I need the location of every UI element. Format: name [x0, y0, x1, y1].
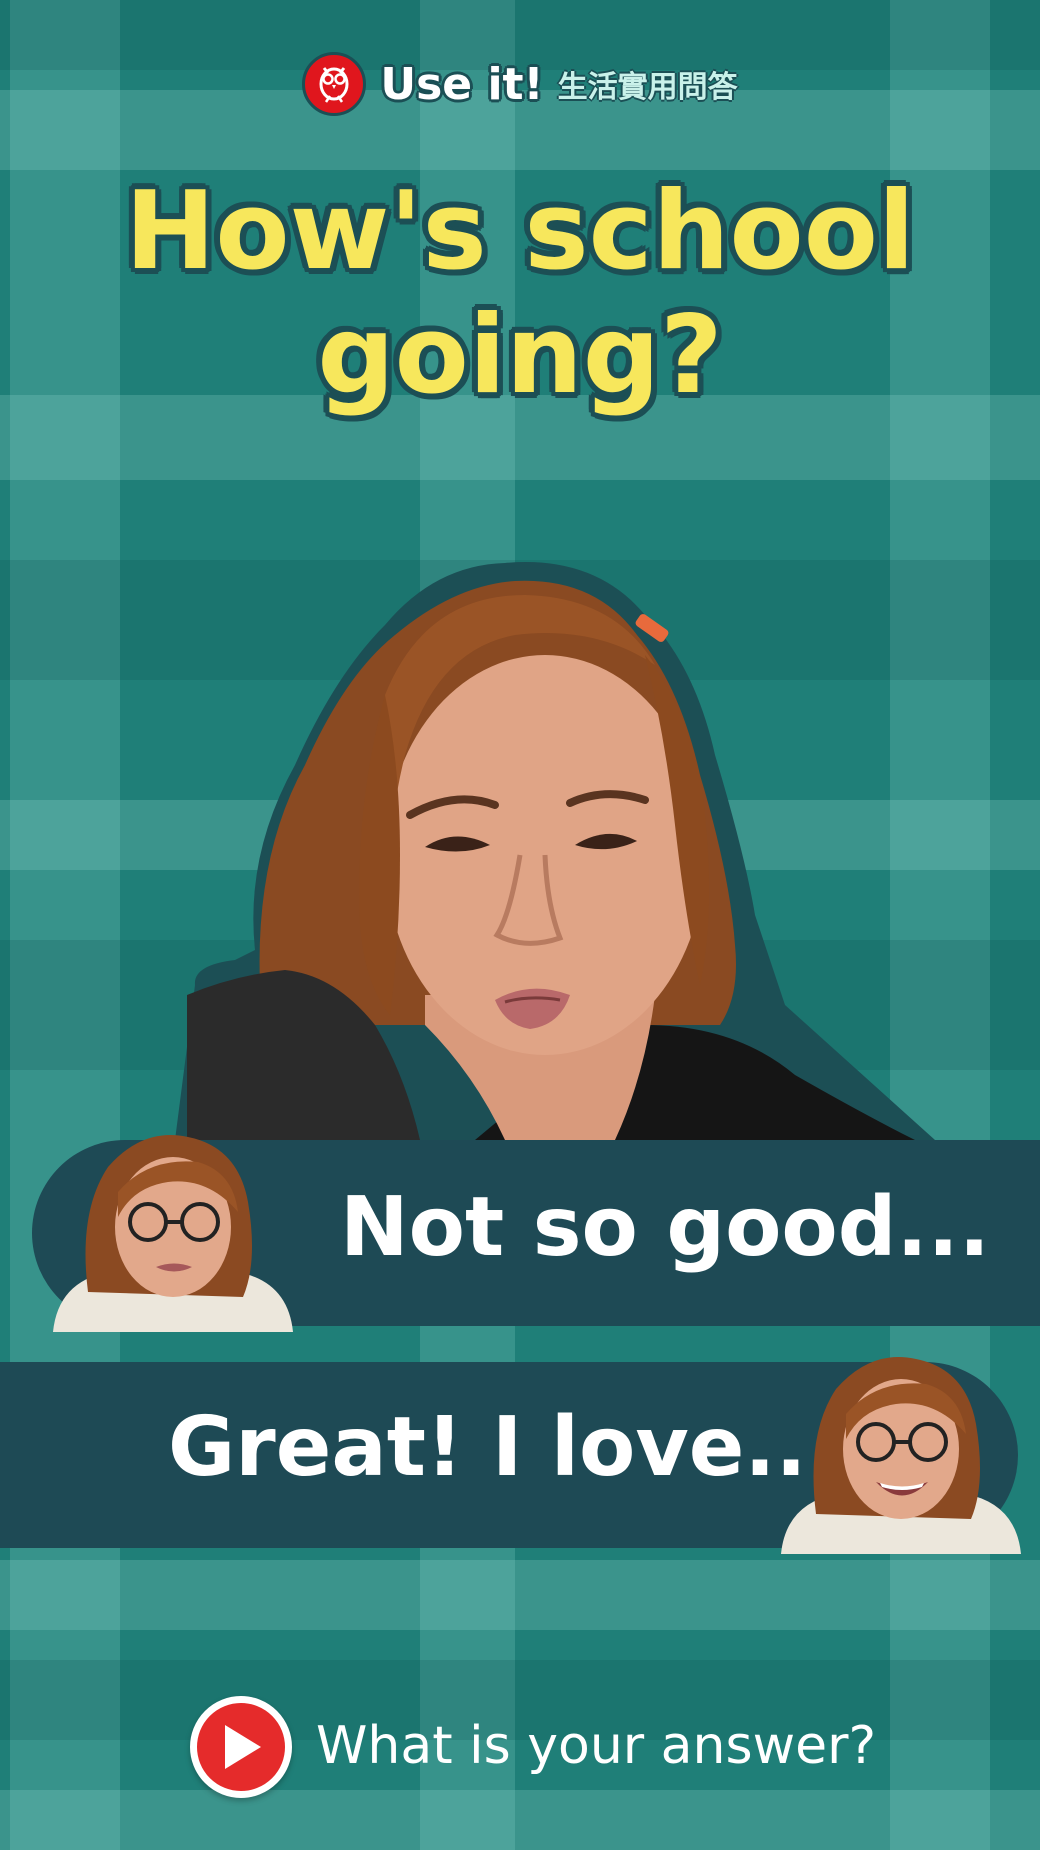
avatar-happy — [781, 1357, 1021, 1554]
title-line-2: going? — [317, 293, 723, 418]
brand-name: Use it! — [380, 58, 544, 110]
avatar-sad — [53, 1135, 293, 1332]
question-title: How's school going? — [60, 170, 980, 418]
answer-text-2: Great! I love... — [168, 1400, 838, 1495]
answer-text-1: Not so good... — [340, 1180, 990, 1275]
owl-logo-icon — [302, 52, 367, 116]
title-line-1: How's school — [125, 169, 915, 294]
header: Use it! 生活實用問答 — [0, 52, 1040, 116]
brand-subtitle: 生活實用問答 — [557, 70, 738, 105]
answer-prompt: What is your answer? — [316, 1716, 877, 1776]
play-icon[interactable] — [190, 1696, 292, 1798]
speaker-portrait — [175, 562, 935, 1140]
